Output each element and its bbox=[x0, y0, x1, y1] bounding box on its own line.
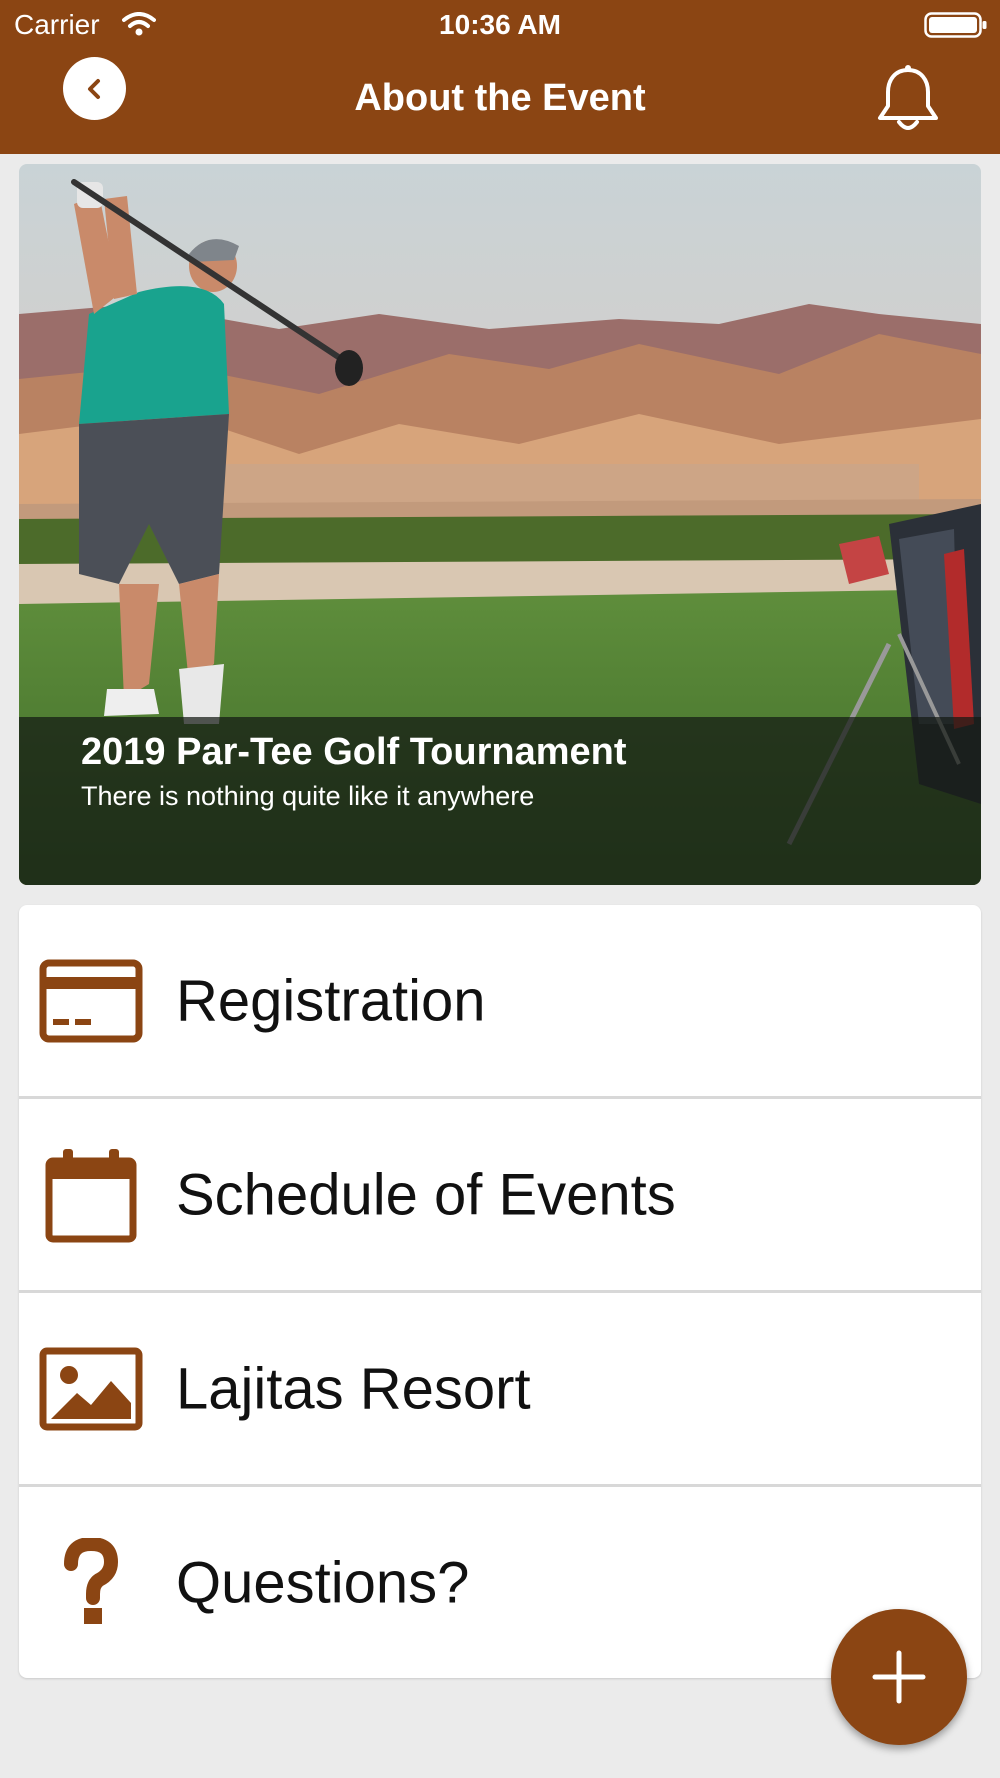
nav-bar: About the Event bbox=[0, 50, 1000, 154]
battery-icon bbox=[924, 12, 988, 43]
hero-caption: 2019 Par-Tee Golf Tournament There is no… bbox=[19, 717, 981, 885]
question-mark-icon bbox=[39, 1537, 143, 1628]
menu-item-label: Questions? bbox=[176, 1550, 470, 1615]
credit-card-icon bbox=[39, 956, 143, 1046]
bell-icon bbox=[878, 65, 938, 130]
event-subtitle: There is nothing quite like it anywhere bbox=[81, 781, 535, 811]
status-bar: Carrier 10:36 AM bbox=[0, 0, 1000, 50]
notifications-button[interactable] bbox=[875, 64, 941, 141]
clock: 10:36 AM bbox=[439, 9, 561, 40]
menu-item-schedule[interactable]: Schedule of Events bbox=[19, 1099, 981, 1293]
menu-item-label: Lajitas Resort bbox=[176, 1356, 531, 1421]
event-hero-card[interactable]: 2019 Par-Tee Golf Tournament There is no… bbox=[19, 164, 981, 885]
plus-icon bbox=[872, 1650, 926, 1704]
menu-item-label: Schedule of Events bbox=[176, 1162, 676, 1227]
event-title: 2019 Par-Tee Golf Tournament bbox=[81, 731, 627, 773]
menu-item-label: Registration bbox=[176, 968, 486, 1033]
menu-item-registration[interactable]: Registration bbox=[19, 905, 981, 1099]
menu-item-lajitas-resort[interactable]: Lajitas Resort bbox=[19, 1293, 981, 1487]
calendar-icon bbox=[39, 1148, 143, 1242]
add-button[interactable] bbox=[831, 1609, 967, 1745]
image-icon bbox=[39, 1344, 143, 1434]
page-title: About the Event bbox=[354, 77, 646, 119]
event-menu-list: Registration Schedule of Events Lajitas … bbox=[19, 905, 981, 1678]
